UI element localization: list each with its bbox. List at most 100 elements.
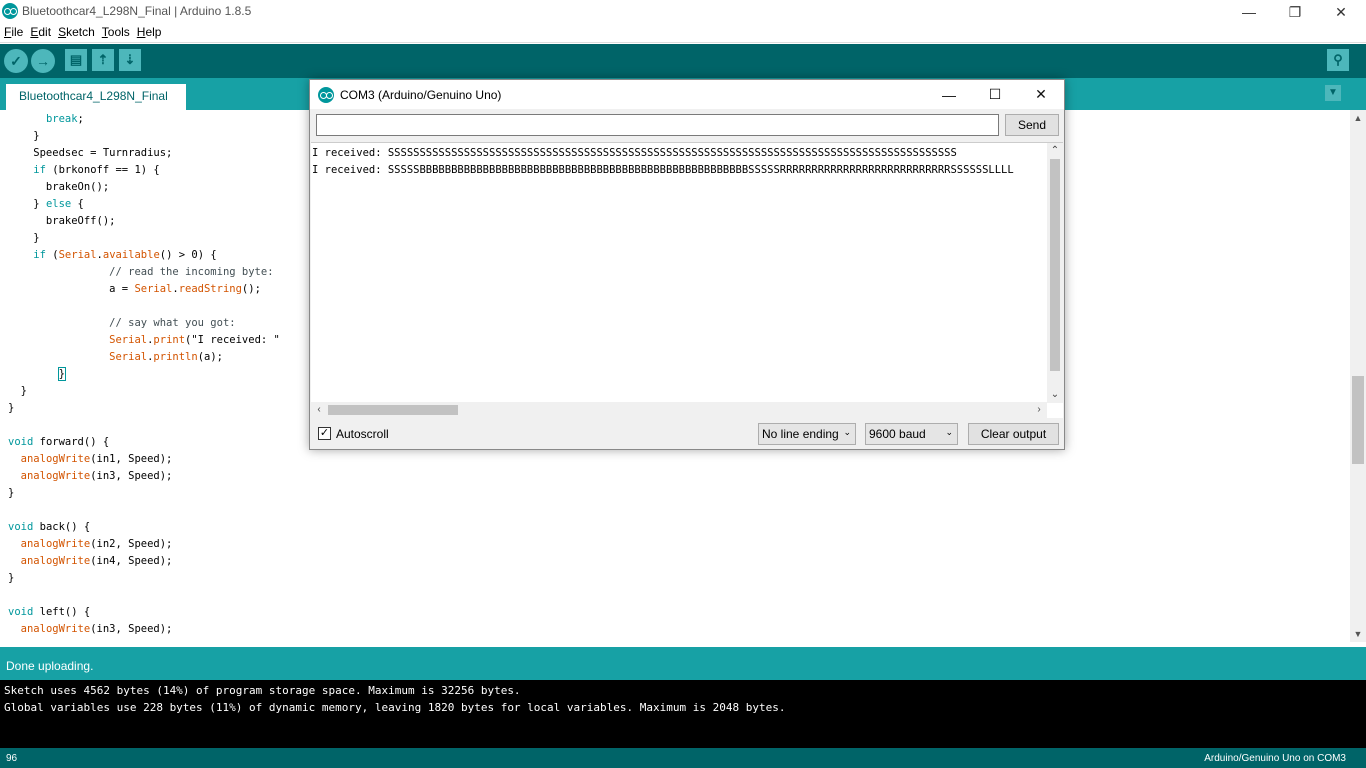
new-file-icon: ▤ bbox=[69, 52, 83, 67]
verify-button[interactable]: ✓ bbox=[4, 49, 28, 73]
close-button[interactable]: ✕ bbox=[1318, 0, 1364, 24]
serial-maximize-button[interactable]: ☐ bbox=[972, 80, 1018, 109]
serial-vertical-scrollbar[interactable]: ⌃ ⌄ bbox=[1047, 143, 1063, 403]
board-info: Arduino/Genuino Uno on COM3 bbox=[1204, 753, 1346, 764]
arrow-up-icon: ⇡ bbox=[97, 52, 109, 67]
new-sketch-button[interactable]: ▤ bbox=[65, 49, 87, 71]
code-line: } bbox=[8, 572, 15, 584]
serial-monitor-button[interactable]: ⚲ bbox=[1327, 49, 1349, 71]
code-line: void forward() { bbox=[8, 436, 110, 448]
baud-select[interactable]: 9600 baud ⌄ bbox=[865, 423, 958, 445]
upload-button[interactable]: → bbox=[31, 49, 55, 73]
code-line: } bbox=[57, 367, 66, 381]
scroll-up-icon[interactable]: ▲ bbox=[1350, 110, 1366, 126]
code-line: brakeOn(); bbox=[8, 181, 110, 193]
scroll-up-icon[interactable]: ⌃ bbox=[1047, 143, 1063, 159]
code-line: } bbox=[8, 130, 40, 142]
clear-output-button[interactable]: Clear output bbox=[968, 423, 1059, 445]
menu-help[interactable]: Help bbox=[133, 24, 165, 42]
baud-value: 9600 baud bbox=[869, 427, 926, 441]
autoscroll-label: Autoscroll bbox=[336, 427, 389, 441]
tab-sketch[interactable]: Bluetoothcar4_L298N_Final bbox=[6, 84, 186, 110]
window-title: Bluetoothcar4_L298N_Final | Arduino 1.8.… bbox=[22, 4, 252, 18]
serial-close-button[interactable]: ✕ bbox=[1018, 80, 1064, 109]
arrow-down-icon: ⇣ bbox=[124, 52, 136, 67]
scroll-thumb[interactable] bbox=[1050, 159, 1060, 371]
scroll-left-icon[interactable]: ‹ bbox=[311, 402, 327, 418]
menu-file[interactable]: File bbox=[0, 24, 26, 42]
open-sketch-button[interactable]: ⇡ bbox=[92, 49, 114, 71]
editor-vertical-scrollbar[interactable]: ▲ ▼ bbox=[1350, 110, 1366, 642]
code-line: void left() { bbox=[8, 606, 91, 618]
footer-bar: 96 Arduino/Genuino Uno on COM3 bbox=[0, 748, 1366, 768]
save-sketch-button[interactable]: ⇣ bbox=[119, 49, 141, 71]
code-line: if (Serial.available() > 0) { bbox=[33, 249, 217, 261]
menu-sketch[interactable]: Sketch bbox=[54, 24, 98, 42]
toolbar: ✓ → ▤ ⇡ ⇣ ⚲ bbox=[0, 44, 1366, 78]
status-message: Done uploading. bbox=[6, 659, 94, 673]
code-line: analogWrite(in1, Speed); bbox=[20, 453, 173, 465]
console-output[interactable]: Sketch uses 4562 bytes (14%) of program … bbox=[0, 680, 1366, 748]
chevron-down-icon: ▼ bbox=[1328, 87, 1338, 98]
menu-edit[interactable]: Edit bbox=[26, 24, 54, 42]
code-area[interactable]: break; } Speedsec = Turnradius; if (brko… bbox=[8, 111, 280, 638]
code-line: analogWrite(in3, Speed); bbox=[20, 470, 173, 482]
autoscroll-checkbox[interactable]: ✓ bbox=[318, 427, 331, 440]
line-ending-value: No line ending bbox=[762, 427, 839, 441]
scroll-right-icon[interactable]: › bbox=[1031, 402, 1047, 418]
scroll-thumb[interactable] bbox=[1352, 376, 1364, 464]
chevron-down-icon: ⌄ bbox=[843, 427, 851, 437]
tab-menu-button[interactable]: ▼ bbox=[1325, 85, 1341, 101]
chevron-down-icon: ⌄ bbox=[945, 427, 953, 437]
code-line: } bbox=[8, 232, 40, 244]
arduino-logo-icon bbox=[2, 3, 18, 19]
code-line: a = Serial.readString(); bbox=[8, 283, 261, 295]
serial-title: COM3 (Arduino/Genuino Uno) bbox=[340, 88, 502, 102]
arrow-right-icon: → bbox=[36, 53, 50, 69]
serial-send-input[interactable] bbox=[316, 114, 999, 136]
restore-button[interactable]: ❐ bbox=[1272, 0, 1318, 24]
line-ending-select[interactable]: No line ending ⌄ bbox=[758, 423, 856, 445]
code-line: void back() { bbox=[8, 521, 91, 533]
code-line: analogWrite(in4, Speed); bbox=[20, 555, 173, 567]
code-line: } else { bbox=[8, 198, 84, 210]
code-line: Serial.print("I received: " bbox=[109, 334, 280, 346]
code-line: break; bbox=[45, 113, 84, 125]
console-line: Sketch uses 4562 bytes (14%) of program … bbox=[4, 684, 521, 697]
code-line: // say what you got: bbox=[109, 317, 236, 329]
send-button[interactable]: Send bbox=[1005, 114, 1059, 136]
code-line: if (brkonoff == 1) { bbox=[33, 164, 160, 176]
arduino-logo-icon bbox=[318, 87, 334, 103]
check-icon: ✓ bbox=[10, 52, 22, 69]
code-line: } bbox=[8, 385, 27, 397]
code-line: analogWrite(in2, Speed); bbox=[20, 538, 173, 550]
scroll-thumb[interactable] bbox=[328, 405, 458, 415]
serial-output-line: I received: SSSSSBBBBBBBBBBBBBBBBBBBBBBB… bbox=[312, 164, 1014, 176]
maximize-icon: ☐ bbox=[988, 86, 1002, 102]
scroll-down-icon[interactable]: ⌄ bbox=[1047, 387, 1063, 403]
serial-title-bar: COM3 (Arduino/Genuino Uno) — ☐ ✕ bbox=[310, 80, 1064, 109]
title-bar: Bluetoothcar4_L298N_Final | Arduino 1.8.… bbox=[0, 0, 1366, 24]
code-line: } bbox=[8, 487, 15, 499]
status-bar: Done uploading. bbox=[0, 647, 1366, 680]
serial-bottom-bar: ✓ Autoscroll No line ending ⌄ 9600 baud … bbox=[310, 419, 1064, 449]
console-line: Global variables use 228 bytes (11%) of … bbox=[4, 701, 786, 714]
serial-minimize-button[interactable]: — bbox=[926, 80, 972, 109]
magnifier-icon: ⚲ bbox=[1333, 52, 1343, 67]
code-line: brakeOff(); bbox=[8, 215, 116, 227]
code-line: // read the incoming byte: bbox=[109, 266, 274, 278]
serial-output-line: I received: SSSSSSSSSSSSSSSSSSSSSSSSSSSS… bbox=[312, 147, 957, 159]
serial-monitor-window: COM3 (Arduino/Genuino Uno) — ☐ ✕ Send I … bbox=[309, 79, 1065, 450]
scroll-down-icon[interactable]: ▼ bbox=[1350, 626, 1366, 642]
minimize-button[interactable]: — bbox=[1226, 0, 1272, 24]
code-line: analogWrite(in3, Speed); bbox=[20, 623, 173, 635]
serial-horizontal-scrollbar[interactable]: ‹ › bbox=[311, 402, 1047, 418]
serial-output[interactable]: I received: SSSSSSSSSSSSSSSSSSSSSSSSSSSS… bbox=[311, 142, 1063, 418]
code-line: } bbox=[8, 402, 15, 414]
code-line: Speedsec = Turnradius; bbox=[8, 147, 173, 159]
menu-tools[interactable]: Tools bbox=[98, 24, 133, 42]
